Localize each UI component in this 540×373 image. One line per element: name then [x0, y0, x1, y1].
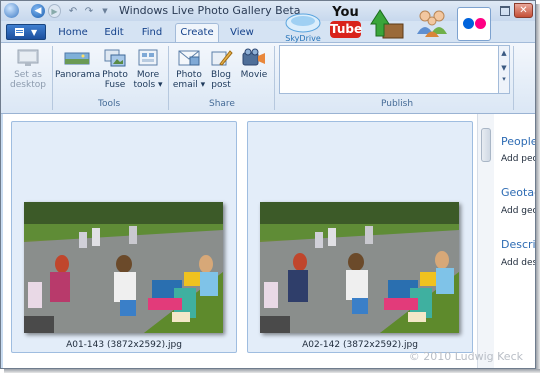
chevron-up-icon[interactable]: ▲ [499, 49, 509, 57]
set-as-desktop-label-1: Set as [14, 70, 42, 80]
chevron-down-icon: ▼ [31, 28, 38, 37]
set-as-desktop-button[interactable]: Set as desktop [7, 48, 49, 90]
app-window: ◀ ▶ ↶ ↷ ▼ Windows Live Photo Gallery Bet… [0, 0, 536, 369]
photo-thumbnail[interactable] [260, 202, 459, 333]
flickr-button[interactable] [456, 4, 493, 46]
tab-edit[interactable]: Edit [97, 26, 131, 40]
window-shadow [536, 4, 540, 373]
info-pane: People Add people Geotag Add geotag Desc… [494, 114, 536, 368]
flickr-icon [457, 7, 491, 41]
tab-find[interactable]: Find [135, 26, 169, 40]
photo-email-label-1: Photo [176, 70, 202, 80]
panorama-button[interactable]: Panorama [55, 48, 101, 80]
movie-button[interactable]: Movie [238, 48, 270, 80]
add-people-link[interactable]: Add people [501, 154, 535, 164]
flickr-pink-dot [475, 18, 486, 29]
flickr-blue-dot [463, 18, 474, 29]
title-bar: ◀ ▶ ↶ ↷ ▼ Windows Live Photo Gallery Bet… [1, 1, 535, 21]
maximize-button[interactable] [496, 3, 514, 18]
skydrive-button[interactable]: SkyDrive [284, 4, 322, 46]
publish-gallery [279, 45, 499, 94]
tab-home[interactable]: Home [53, 26, 93, 40]
skydrive-label: SkyDrive [285, 34, 321, 43]
add-description-link[interactable]: Add description [501, 258, 535, 268]
blog-post-button[interactable]: Blog post [206, 48, 236, 90]
publish-group-label: Publish [381, 99, 414, 109]
copyright-watermark: © 2010 Ludwig Keck [408, 350, 523, 363]
ribbon-separator [52, 46, 53, 110]
photo-caption: A01-143 (3872x2592).jpg [66, 340, 182, 350]
photo-fuse-label-2: Fuse [104, 80, 126, 90]
photo-image [260, 202, 459, 333]
window-title: Windows Live Photo Gallery Beta [119, 4, 301, 17]
youtube-icon: Tube [330, 21, 363, 38]
photo-tile[interactable]: A01-143 (3872x2592).jpg [11, 121, 237, 353]
tab-create[interactable]: Create [175, 23, 219, 43]
tab-view[interactable]: View [223, 26, 261, 40]
ribbon-separator [274, 46, 275, 110]
app-menu-button[interactable]: ▼ [6, 24, 46, 40]
blog-post-icon [208, 48, 234, 68]
back-button[interactable]: ◀ [31, 4, 45, 18]
share-group-label: Share [209, 99, 235, 109]
upload-arrow-icon [370, 9, 404, 39]
photo-fuse-icon [102, 48, 128, 68]
blog-post-label-2: post [211, 80, 231, 90]
movie-icon [241, 48, 267, 68]
youtube-button[interactable]: You Tube [329, 4, 362, 46]
more-tools-label-2: tools ▾ [133, 80, 163, 90]
youtube-you-label: You [332, 5, 359, 20]
close-button[interactable]: ✕ [514, 3, 533, 18]
chevron-down-icon: ▼ [102, 7, 108, 15]
scrollbar-thumb[interactable] [481, 128, 491, 162]
ribbon-separator [513, 46, 514, 110]
forward-button[interactable]: ▶ [48, 4, 61, 18]
vertical-scrollbar[interactable] [477, 114, 494, 368]
quick-access-dropdown[interactable]: ▼ [99, 4, 111, 18]
upload-button[interactable] [369, 4, 405, 46]
photo-thumbnail[interactable] [24, 202, 223, 333]
window-shadow [4, 369, 540, 373]
ribbon-separator [168, 46, 169, 110]
more-tools-icon [135, 48, 161, 68]
back-arrow-icon: ◀ [34, 6, 42, 16]
photo-image [24, 202, 223, 333]
chevron-down-icon[interactable]: ▼ [499, 64, 509, 72]
more-icon[interactable]: ▾ [499, 75, 509, 83]
close-icon: ✕ [519, 5, 528, 16]
photo-fuse-button[interactable]: Photo Fuse [100, 48, 130, 90]
forward-arrow-icon: ▶ [51, 6, 58, 16]
photo-caption: A02-142 (3872x2592).jpg [302, 340, 418, 350]
geotag-heading: Geotag [501, 186, 535, 199]
photo-email-icon [176, 48, 202, 68]
desktop-icon [15, 48, 41, 68]
people-heading: People [501, 135, 536, 148]
description-heading: Description [501, 238, 536, 251]
tools-group-label: Tools [98, 99, 121, 109]
photo-tile[interactable]: A02-142 (3872x2592).jpg [247, 121, 473, 353]
photo-email-label-2: email ▾ [172, 80, 206, 90]
blog-post-label-1: Blog [211, 70, 231, 80]
photo-fuse-label-1: Photo [102, 70, 128, 80]
add-geotag-link[interactable]: Add geotag [501, 206, 535, 216]
publish-gallery-scroll[interactable]: ▲ ▼ ▾ [499, 45, 510, 94]
set-as-desktop-label-2: desktop [10, 80, 46, 90]
menu-icon [15, 28, 24, 36]
movie-label: Movie [240, 70, 268, 80]
undo-icon[interactable]: ↶ [67, 4, 79, 18]
panorama-icon [64, 48, 90, 68]
more-tools-label-1: More [136, 70, 160, 80]
groups-icon [417, 10, 447, 37]
panorama-label: Panorama [55, 70, 101, 80]
thumbnail-area: A01-143 (3872x2592).jpg A02-142 (3872x25… [3, 114, 477, 368]
redo-icon[interactable]: ↷ [83, 4, 95, 18]
groups-button[interactable] [413, 4, 451, 46]
more-tools-button[interactable]: More tools ▾ [132, 48, 164, 90]
photo-email-button[interactable]: Photo email ▾ [172, 48, 206, 90]
app-orb-icon[interactable] [4, 3, 19, 18]
